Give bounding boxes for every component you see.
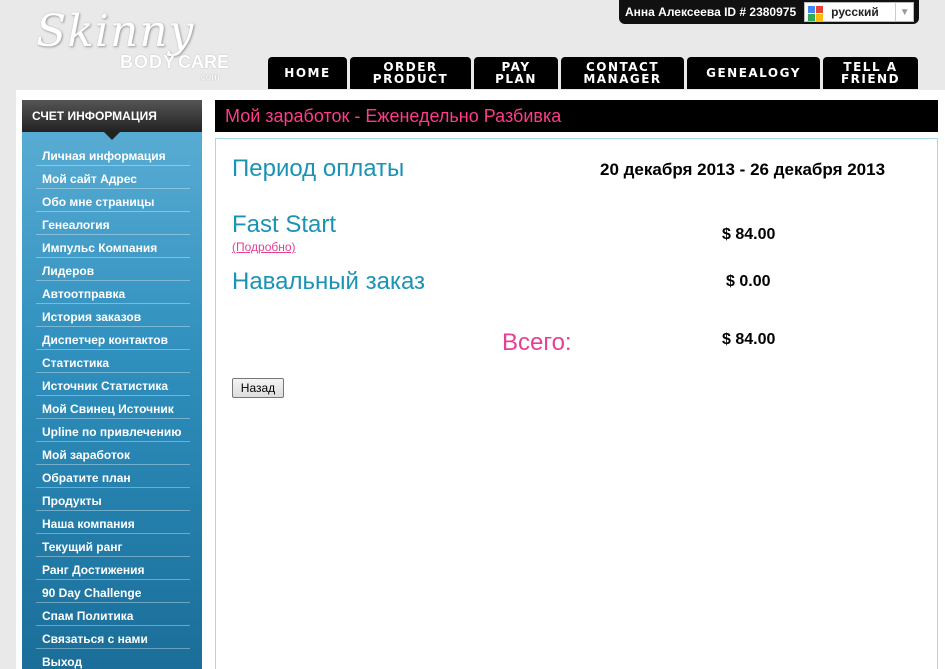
sidebar-item-about-me[interactable]: Обо мне страницы <box>36 189 190 212</box>
sidebar-item-logout[interactable]: Выход <box>36 649 190 669</box>
sidebar-heading: СЧЕТ ИНФОРМАЦИЯ <box>22 100 202 140</box>
main-content: Мой заработок - Еженедельно Разбивка Пер… <box>215 100 938 669</box>
sidebar-menu: Личная информация Мой сайт Адрес Обо мне… <box>22 132 202 669</box>
user-name-id: Анна Алексеева ID # 2380975 <box>625 5 797 19</box>
heading-notch <box>104 132 120 140</box>
sidebar-heading-text: СЧЕТ ИНФОРМАЦИЯ <box>32 109 157 123</box>
user-bar: Анна Алексеева ID # 2380975 русский ▼ <box>619 0 919 24</box>
period-value: 20 декабря 2013 - 26 декабря 2013 <box>600 160 886 179</box>
sidebar-item-contact-us[interactable]: Связаться с нами <box>36 626 190 649</box>
fast-start-label: Fast Start <box>232 211 337 238</box>
google-translate-icon <box>805 3 825 21</box>
sidebar-item-current-rank[interactable]: Текущий ранг <box>36 534 190 557</box>
bulk-order-amount: $ 0.00 <box>726 273 771 290</box>
back-button[interactable]: Назад <box>232 378 284 398</box>
sidebar-item-genealogy[interactable]: Генеалогия <box>36 212 190 235</box>
sidebar-item-our-company[interactable]: Наша компания <box>36 511 190 534</box>
sidebar-item-order-history[interactable]: История заказов <box>36 304 190 327</box>
sidebar-item-statistics[interactable]: Статистика <box>36 350 190 373</box>
sidebar-item-leaders[interactable]: Лидеров <box>36 258 190 281</box>
sidebar-item-90-day-challenge[interactable]: 90 Day Challenge <box>36 580 190 603</box>
sidebar-item-my-earnings[interactable]: Мой заработок <box>36 442 190 465</box>
sidebar: СЧЕТ ИНФОРМАЦИЯ Личная информация Мой са… <box>22 100 202 669</box>
nav-genealogy[interactable]: GENEALOGY <box>687 57 820 89</box>
total-amount: $ 84.00 <box>722 331 776 348</box>
language-select[interactable]: русский ▼ <box>804 2 915 22</box>
sidebar-item-upline[interactable]: Upline по привлечению <box>36 419 190 442</box>
sidebar-item-contact-manager[interactable]: Диспетчер контактов <box>36 327 190 350</box>
sidebar-item-source-statistics[interactable]: Источник Статистика <box>36 373 190 396</box>
nav-order-product[interactable]: ORDER PRODUCT <box>350 57 471 89</box>
logo-dotcom: .com <box>198 72 220 83</box>
nav-tell-a-friend[interactable]: TELL A FRIEND <box>823 57 918 89</box>
page-title: Мой заработок - Еженедельно Разбивка <box>215 100 938 132</box>
sidebar-item-lead-source[interactable]: Мой Свинец Источник <box>36 396 190 419</box>
sidebar-item-company-impulse[interactable]: Импульс Компания <box>36 235 190 258</box>
fast-start-detail-link[interactable]: (Подробно) <box>232 240 296 254</box>
page-container: СЧЕТ ИНФОРМАЦИЯ Личная информация Мой са… <box>16 90 945 669</box>
sidebar-item-plan[interactable]: Обратите план <box>36 465 190 488</box>
dropdown-arrow-icon[interactable]: ▼ <box>895 3 913 21</box>
period-label: Период оплаты <box>232 155 405 182</box>
nav-pay-plan[interactable]: PAY PLAN <box>474 57 558 89</box>
nav-contact-manager[interactable]: CONTACT MANAGER <box>561 57 684 89</box>
total-label: Всего: <box>502 329 572 356</box>
bulk-order-label: Навальный заказ <box>232 268 426 295</box>
earnings-panel: Период оплаты 20 декабря 2013 - 26 декаб… <box>215 138 938 669</box>
sidebar-item-spam-policy[interactable]: Спам Политика <box>36 603 190 626</box>
language-selected: русский <box>831 5 879 19</box>
sidebar-item-products[interactable]: Продукты <box>36 488 190 511</box>
logo-word-care: CARE <box>178 52 230 72</box>
logo-word-body: BODY <box>120 52 177 72</box>
sidebar-item-autoship[interactable]: Автоотправка <box>36 281 190 304</box>
main-nav: HOME ORDER PRODUCT PAY PLAN CONTACT MANA… <box>268 57 921 89</box>
logo-script: Skinny <box>36 6 195 57</box>
nav-home[interactable]: HOME <box>268 57 347 89</box>
sidebar-item-personal-info[interactable]: Личная информация <box>36 143 190 166</box>
site-logo[interactable]: Skinny BODY CARE .com <box>30 6 230 88</box>
fast-start-amount: $ 84.00 <box>722 226 776 243</box>
sidebar-item-site-address[interactable]: Мой сайт Адрес <box>36 166 190 189</box>
sidebar-item-rank-achievements[interactable]: Ранг Достижения <box>36 557 190 580</box>
